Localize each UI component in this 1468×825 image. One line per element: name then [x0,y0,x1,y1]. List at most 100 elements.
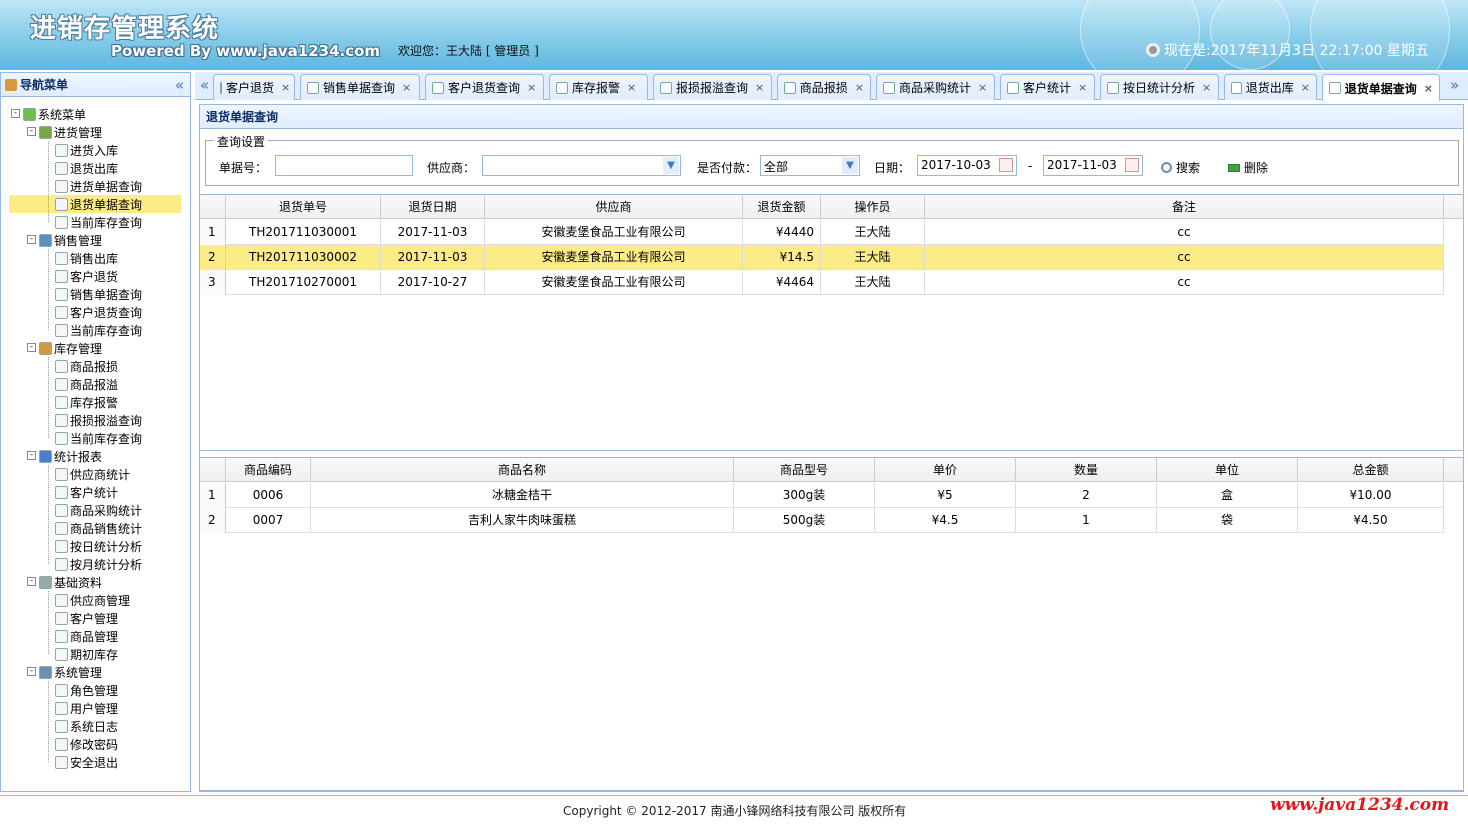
tree-expander[interactable]: - [27,343,36,352]
search-button[interactable]: 搜索 [1161,159,1200,176]
items-table-row[interactable]: 2 0007 吉利人家牛肉味蛋糕 500g装 ¥4.5 1 袋 ¥4.50 [200,508,1444,533]
date-to-input[interactable]: 2017-11-03 [1043,155,1143,176]
tab-item[interactable]: 报损报溢查询 × [653,74,772,100]
tab-close-icon[interactable]: × [1301,81,1310,94]
tree-expander[interactable]: - [27,577,36,586]
nav-group[interactable]: 统计报表 [39,447,102,465]
delete-button[interactable]: 删除 [1228,159,1268,176]
tree-expander[interactable]: - [11,109,20,118]
nav-item[interactable]: 当前库存查询 [55,321,142,339]
orders-table-row[interactable]: 2 TH201711030002 2017-11-03 安徽麦堡食品工业有限公司 ¥14… [200,245,1444,270]
items-column-header[interactable]: 商品编码 [226,458,311,482]
tree-expander[interactable]: - [27,667,36,676]
tab-close-icon[interactable]: × [978,81,987,94]
tab-item[interactable]: 客户统计 × [1000,74,1095,100]
tab-close-icon[interactable]: × [855,81,864,94]
items-column-header[interactable]: 单价 [875,458,1016,482]
tree-expander[interactable]: - [27,451,36,460]
tab-item[interactable]: 商品采购统计 × [876,74,995,100]
orders-column-header[interactable]: 退货日期 [381,195,485,219]
tab-close-icon[interactable]: × [527,81,536,94]
nav-item[interactable]: 用户管理 [55,699,118,717]
date-from-input[interactable]: 2017-10-03 [917,155,1017,176]
orders-column-header[interactable]: 供应商 [485,195,743,219]
nav-item[interactable]: 当前库存查询 [55,213,142,231]
page-icon [55,215,68,229]
nav-item[interactable]: 库存报警 [55,393,118,411]
nav-item[interactable]: 系统日志 [55,717,118,735]
tab-close-icon[interactable]: × [1078,81,1087,94]
nav-group[interactable]: 系统管理 [39,663,102,681]
nav-item[interactable]: 商品采购统计 [55,501,142,519]
tab-close-icon[interactable]: × [755,81,764,94]
supplier-combo[interactable]: ▼ [482,155,681,176]
nav-item[interactable]: 客户管理 [55,609,118,627]
tab-close-icon[interactable]: × [281,81,290,94]
nav-item[interactable]: 修改密码 [55,735,118,753]
tab-item[interactable]: 按日统计分析 × [1100,74,1219,100]
nav-item[interactable]: 当前库存查询 [55,429,142,447]
orders-column-header[interactable]: 备注 [925,195,1444,219]
orders-table-row[interactable]: 3 TH201710270001 2017-10-27 安徽麦堡食品工业有限公司 ¥44… [200,270,1444,295]
orders-column-header[interactable]: 退货金额 [743,195,821,219]
tree-expander[interactable]: - [27,127,36,136]
nav-item[interactable]: 客户退货查询 [55,303,142,321]
tab-close-icon[interactable]: × [1424,82,1433,95]
nav-item[interactable]: 客户退货 [55,267,118,285]
tab-item[interactable]: 客户退货查询 × [425,74,544,100]
nav-group[interactable]: 销售管理 [39,231,102,249]
tab-item[interactable]: 退货单据查询 × [1322,74,1440,101]
items-column-header[interactable]: 商品型号 [734,458,875,482]
tab-item[interactable]: 商品报损 × [777,74,871,100]
items-table-row[interactable]: 1 0006 冰糖金桔干 300g装 ¥5 2 盒 ¥10.00 [200,483,1444,508]
nav-item[interactable]: 按日统计分析 [55,537,142,555]
order-no-input[interactable] [275,155,413,176]
orders-column-header[interactable]: 操作员 [821,195,925,219]
tab-item[interactable]: 客户退货 × [213,74,295,100]
nav-item[interactable]: 期初库存 [55,645,118,663]
chevron-down-icon[interactable]: ▼ [842,157,858,174]
nav-item[interactable]: 退货单据查询 [9,195,181,213]
items-column-header[interactable]: 数量 [1016,458,1157,482]
nav-item[interactable]: 销售出库 [55,249,118,267]
tab-close-icon[interactable]: × [627,81,636,94]
nav-group[interactable]: 进货管理 [39,123,102,141]
tab-scroll-left-button[interactable]: « [200,76,209,94]
tab-scroll-right-button[interactable]: » [1450,76,1459,94]
nav-item[interactable]: 商品销售统计 [55,519,142,537]
nav-item[interactable]: 报损报溢查询 [55,411,142,429]
tree-root[interactable]: 系统菜单 [23,105,86,123]
nav-item[interactable]: 商品报溢 [55,375,118,393]
calendar-icon[interactable] [999,158,1013,172]
tab-close-icon[interactable]: × [402,81,411,94]
nav-item[interactable]: 供应商管理 [55,591,130,609]
nav-item[interactable]: 安全退出 [55,753,118,771]
nav-item[interactable]: 进货单据查询 [55,177,142,195]
items-column-header[interactable]: 总金额 [1298,458,1444,482]
chevron-down-icon[interactable]: ▼ [663,157,679,174]
orders-column-header[interactable]: 退货单号 [226,195,381,219]
tab-item[interactable]: 退货出库 × [1224,74,1317,100]
paid-combo[interactable]: 全部 ▼ [760,155,860,176]
nav-item[interactable]: 商品管理 [55,627,118,645]
nav-item[interactable]: 商品报损 [55,357,118,375]
collapse-nav-button[interactable]: « [175,76,184,94]
nav-item[interactable]: 销售单据查询 [55,285,142,303]
nav-item[interactable]: 供应商统计 [55,465,130,483]
tree-expander[interactable]: - [27,235,36,244]
tab-item[interactable]: 库存报警 × [549,74,648,100]
nav-group[interactable]: 基础资料 [39,573,102,591]
page-icon [55,143,68,157]
nav-item[interactable]: 进货入库 [55,141,118,159]
nav-group[interactable]: 库存管理 [39,339,102,357]
nav-item[interactable]: 客户统计 [55,483,118,501]
nav-item[interactable]: 退货出库 [55,159,118,177]
tab-item[interactable]: 销售单据查询 × [300,74,420,100]
items-column-header[interactable]: 商品名称 [311,458,734,482]
calendar-icon[interactable] [1125,158,1139,172]
orders-table-row[interactable]: 1 TH201711030001 2017-11-03 安徽麦堡食品工业有限公司 ¥44… [200,220,1444,245]
items-column-header[interactable]: 单位 [1157,458,1298,482]
tab-close-icon[interactable]: × [1202,81,1211,94]
nav-item[interactable]: 角色管理 [55,681,118,699]
nav-item[interactable]: 按月统计分析 [55,555,142,573]
